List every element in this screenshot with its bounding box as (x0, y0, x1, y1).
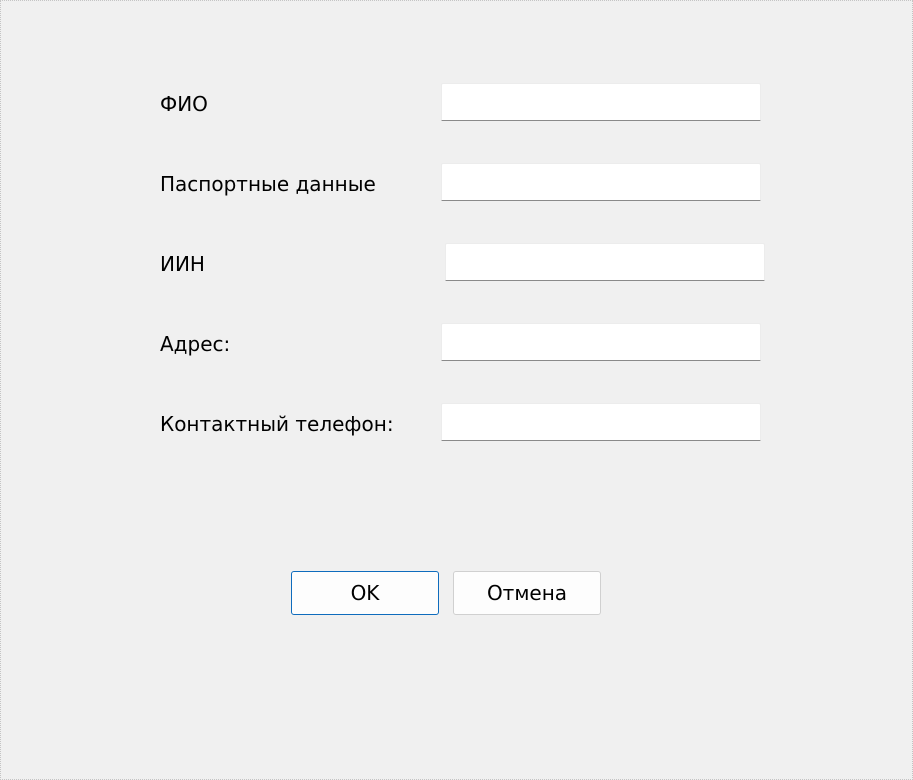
ok-button-label: OK (350, 581, 380, 605)
dialog-window: ФИО Паспортные данные ИИН Адрес: Контакт… (0, 0, 913, 780)
address-input[interactable] (441, 323, 761, 361)
fio-input[interactable] (441, 83, 761, 121)
phone-input[interactable] (441, 403, 761, 441)
passport-input[interactable] (441, 163, 761, 201)
iin-input[interactable] (445, 243, 765, 281)
fio-label: ФИО (160, 92, 208, 116)
address-label: Адрес: (160, 332, 231, 356)
phone-label: Контактный телефон: (160, 412, 394, 436)
iin-label: ИИН (160, 252, 205, 276)
ok-button[interactable]: OK (291, 571, 439, 615)
cancel-button-label: Отмена (486, 581, 568, 605)
passport-label: Паспортные данные (160, 172, 376, 196)
cancel-button[interactable]: Отмена (453, 571, 601, 615)
